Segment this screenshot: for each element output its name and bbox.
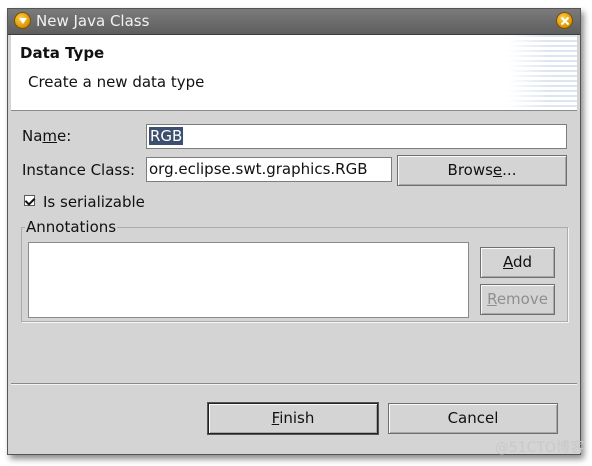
new-java-class-dialog: New Java Class Data Type Create a new da…	[7, 8, 581, 455]
annotations-group-label: Annotations	[25, 218, 118, 236]
name-label: Name:	[22, 127, 72, 145]
cancel-button[interactable]: Cancel	[388, 403, 558, 434]
header-description: Create a new data type	[28, 73, 205, 91]
remove-button: Remove	[480, 284, 555, 315]
serializable-label: Is serializable	[43, 193, 145, 211]
instance-class-label: Instance Class:	[22, 161, 136, 179]
wizard-header: Data Type Create a new data type	[11, 35, 577, 111]
window-title: New Java Class	[36, 12, 150, 30]
add-button[interactable]: Add	[480, 247, 555, 278]
watermark: @51CTO博客	[494, 440, 584, 456]
browse-button[interactable]: Browse...	[397, 155, 567, 186]
header-title: Data Type	[20, 44, 105, 62]
close-icon[interactable]	[556, 12, 573, 29]
name-field[interactable]: RGB	[146, 124, 567, 149]
serializable-checkbox[interactable]	[24, 195, 35, 206]
window-menu-icon[interactable]	[14, 12, 31, 29]
header-banner-graphic	[507, 35, 577, 110]
instance-class-field[interactable]: org.eclipse.swt.graphics.RGB	[146, 157, 392, 182]
footer-separator	[11, 383, 577, 385]
finish-button[interactable]: Finish	[208, 403, 378, 434]
title-bar[interactable]: New Java Class	[8, 9, 580, 35]
annotations-list[interactable]	[28, 242, 469, 318]
name-field-value: RGB	[149, 127, 184, 145]
